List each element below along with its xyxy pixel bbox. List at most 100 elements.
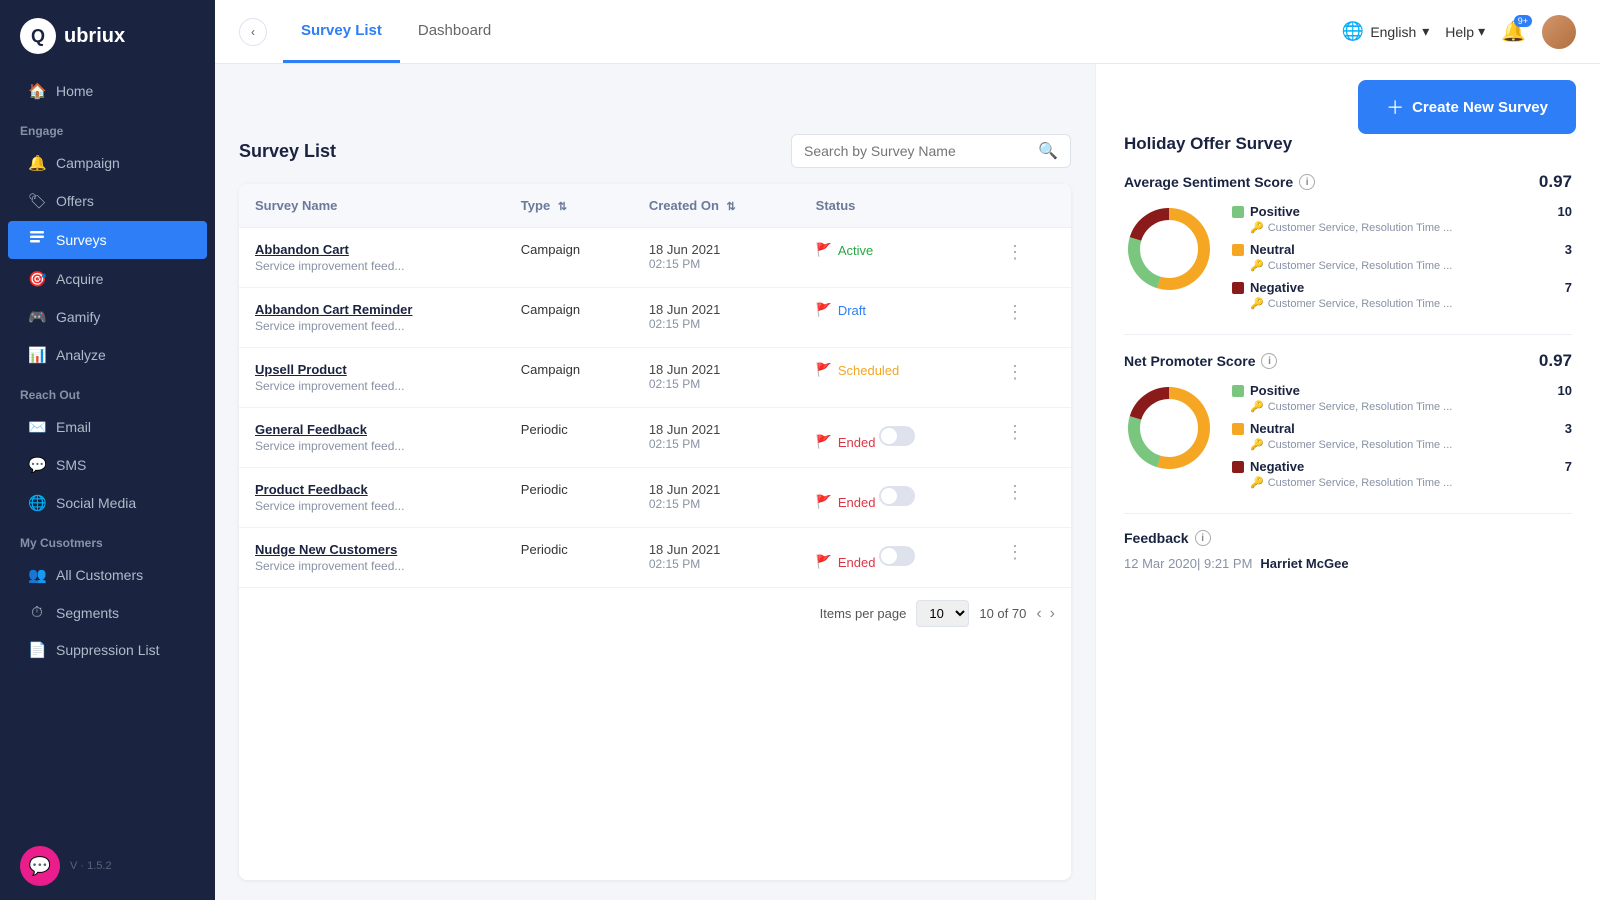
survey-name-link[interactable]: Nudge New Customers	[255, 542, 489, 557]
sidebar-item-label: Suppression List	[56, 642, 160, 658]
sidebar-item-label: Email	[56, 419, 91, 435]
more-options-button[interactable]: ⋮	[1000, 420, 1030, 444]
sidebar-item-analyze[interactable]: 📊 Analyze	[8, 337, 207, 373]
cell-more: ⋮	[984, 408, 1071, 468]
sidebar-item-offers[interactable]: 🏷 Offers	[8, 183, 207, 219]
more-options-button[interactable]: ⋮	[1000, 540, 1030, 564]
more-options-button[interactable]: ⋮	[1000, 300, 1030, 324]
notification-badge: 9+	[1514, 15, 1532, 27]
neutral-count-2: 3	[1565, 421, 1572, 436]
legend-neutral-2: Neutral 3 🔑 Customer Service, Resolution…	[1232, 421, 1572, 451]
date-text: 18 Jun 2021	[649, 542, 784, 557]
flag-icon: 🚩	[816, 434, 832, 450]
survey-name-link[interactable]: Upsell Product	[255, 362, 489, 377]
flag-icon: 🚩	[816, 242, 832, 258]
feedback-info-icon[interactable]: i	[1195, 530, 1211, 546]
status-badge: 🚩 Draft	[816, 302, 866, 318]
sidebar-item-label: Campaign	[56, 155, 120, 171]
survey-name-link[interactable]: Product Feedback	[255, 482, 489, 497]
negative-count-2: 7	[1565, 459, 1572, 474]
toggle-switch[interactable]	[879, 426, 915, 446]
negative-sub-2: 🔑 Customer Service, Resolution Time ...	[1250, 476, 1572, 489]
survey-name-link[interactable]: Abbandon Cart	[255, 242, 489, 257]
gamify-icon: 🎮	[28, 308, 46, 326]
date-text: 18 Jun 2021	[649, 422, 784, 437]
key-icon-4: 🔑	[1250, 476, 1264, 489]
feedback-time: 12 Mar 2020| 9:21 PM	[1124, 556, 1252, 571]
sidebar-item-label: Gamify	[56, 309, 100, 325]
created-sort-icon[interactable]: ⇅	[727, 201, 736, 213]
notification-button[interactable]: 🔔 9+	[1501, 19, 1526, 44]
net-promoter-info-icon[interactable]: i	[1261, 353, 1277, 369]
more-options-button[interactable]: ⋮	[1000, 360, 1030, 384]
sidebar-item-segments[interactable]: ⏱ Segments	[8, 595, 207, 630]
sidebar-item-acquire[interactable]: 🎯 Acquire	[8, 261, 207, 297]
sidebar-item-suppression[interactable]: 📄 Suppression List	[8, 632, 207, 668]
language-label: English	[1370, 24, 1416, 40]
cell-more: ⋮	[984, 288, 1071, 348]
suppression-icon: 📄	[28, 641, 46, 659]
help-button[interactable]: Help ▾	[1445, 23, 1485, 40]
prev-page-button[interactable]: ‹	[1036, 605, 1041, 623]
search-box[interactable]: 🔍	[791, 134, 1071, 168]
sidebar: Q ubriux 🏠 Home Engage 🔔 Campaign 🏷 Offe…	[0, 0, 215, 900]
avg-sentiment-value: 0.97	[1539, 172, 1572, 192]
cell-name: Upsell Product Service improvement feed.…	[239, 348, 505, 408]
avatar[interactable]	[1542, 15, 1576, 49]
chevron-down-icon: ▾	[1422, 23, 1429, 40]
help-label: Help	[1445, 24, 1474, 40]
create-new-survey-button[interactable]: ＋ Create New Survey	[1358, 80, 1576, 134]
sms-icon: 💬	[28, 456, 46, 474]
sidebar-item-campaign[interactable]: 🔔 Campaign	[8, 145, 207, 181]
survey-name-link[interactable]: Abbandon Cart Reminder	[255, 302, 489, 317]
more-options-button[interactable]: ⋮	[1000, 240, 1030, 264]
sidebar-footer: 💬 V · 1.5.2	[0, 832, 215, 900]
all-customers-icon: 👥	[28, 566, 46, 584]
language-selector[interactable]: 🌐 English ▾	[1342, 21, 1429, 42]
feedback-row: 12 Mar 2020| 9:21 PM Harriet McGee	[1124, 556, 1572, 571]
date-text: 18 Jun 2021	[649, 242, 784, 257]
search-input[interactable]	[804, 143, 1030, 159]
cell-name: Abbandon Cart Service improvement feed..…	[239, 228, 505, 288]
sidebar-item-email[interactable]: ✉️ Email	[8, 409, 207, 445]
positive-count-2: 10	[1558, 383, 1572, 398]
tab-survey-list[interactable]: Survey List	[283, 0, 400, 63]
sidebar-item-all-customers[interactable]: 👥 All Customers	[8, 557, 207, 593]
per-page-select[interactable]: 10 25 50	[916, 600, 969, 627]
flag-icon: 🚩	[816, 554, 832, 570]
content-area: ＋ Create New Survey Survey List 🔍 S	[215, 64, 1600, 900]
col-type: Type ⇅	[505, 184, 633, 228]
sidebar-item-label: All Customers	[56, 567, 143, 583]
tab-dashboard[interactable]: Dashboard	[400, 0, 509, 63]
next-page-button[interactable]: ›	[1050, 605, 1055, 623]
sidebar-item-label: Social Media	[56, 495, 136, 511]
feedback-section: Feedback i 12 Mar 2020| 9:21 PM Harriet …	[1124, 530, 1572, 571]
type-sort-icon[interactable]: ⇅	[558, 201, 567, 213]
collapse-sidebar-button[interactable]: ‹	[239, 18, 267, 46]
avg-sentiment-label: Average Sentiment Score i	[1124, 174, 1315, 190]
legend-negative-1: Negative 7 🔑 Customer Service, Resolutio…	[1232, 280, 1572, 310]
date-text: 18 Jun 2021	[649, 362, 784, 377]
more-options-button[interactable]: ⋮	[1000, 480, 1030, 504]
sidebar-item-label: SMS	[56, 457, 86, 473]
cell-type: Campaign	[505, 228, 633, 288]
cell-name: Abbandon Cart Reminder Service improveme…	[239, 288, 505, 348]
toggle-switch[interactable]	[879, 546, 915, 566]
sidebar-item-sms[interactable]: 💬 SMS	[8, 447, 207, 483]
survey-name-link[interactable]: General Feedback	[255, 422, 489, 437]
sidebar-section-engage: Engage	[0, 110, 215, 144]
sidebar-item-surveys[interactable]: Surveys	[8, 221, 207, 259]
time-text: 02:15 PM	[649, 317, 784, 331]
sidebar-item-social[interactable]: 🌐 Social Media	[8, 485, 207, 521]
survey-table-body: Abbandon Cart Service improvement feed..…	[239, 228, 1071, 588]
toggle-switch[interactable]	[879, 486, 915, 506]
avg-sentiment-legend: Positive 10 🔑 Customer Service, Resoluti…	[1232, 204, 1572, 310]
avg-sentiment-info-icon[interactable]: i	[1299, 174, 1315, 190]
cell-status: 🚩 Ended	[800, 408, 984, 468]
key-icon-2: 🔑	[1250, 400, 1264, 413]
sidebar-item-home[interactable]: 🏠 Home	[8, 73, 207, 109]
chat-button[interactable]: 💬	[20, 846, 60, 886]
positive-dot	[1232, 206, 1244, 218]
sidebar-item-gamify[interactable]: 🎮 Gamify	[8, 299, 207, 335]
net-promoter-section: Net Promoter Score i 0.97	[1124, 351, 1572, 489]
